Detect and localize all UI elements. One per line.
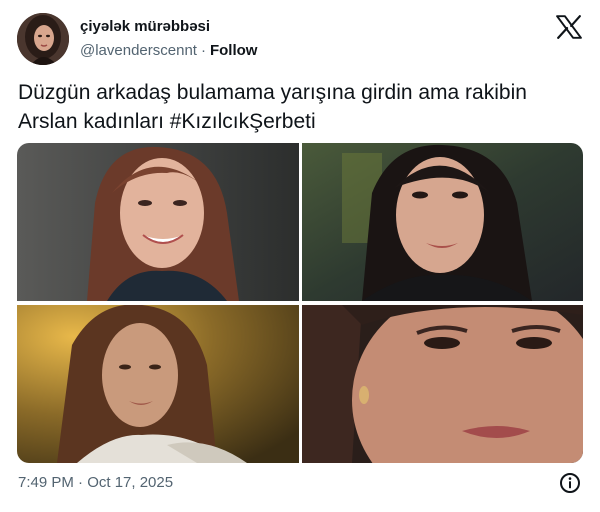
photo-4[interactable] — [302, 305, 583, 463]
tweet-text: Düzgün arkadaş bulamama yarışına girdin … — [18, 78, 588, 136]
tweet-text-line-1: Düzgün arkadaş bulamama yarışına girdin … — [18, 81, 527, 104]
photo-3[interactable] — [17, 305, 299, 463]
author-handle[interactable]: @lavenderscennt — [80, 42, 197, 59]
tweet-card: çiyələk mürəbbəsi @lavenderscennt · Follow… — [0, 0, 600, 512]
meta-separator: · — [200, 42, 206, 59]
avatar[interactable] — [17, 13, 69, 65]
photo-1[interactable] — [17, 143, 299, 301]
author-display-name[interactable]: çiyələk mürəbbəsi — [80, 17, 210, 36]
photo-2[interactable] — [302, 143, 583, 301]
follow-button[interactable]: Follow — [210, 42, 258, 59]
media-grid — [17, 143, 583, 463]
tweet-text-line-2: Arslan kadınları #KızılcıkŞerbeti — [18, 110, 316, 133]
tweet-timestamp[interactable]: 7:49 PM · Oct 17, 2025 — [18, 473, 173, 492]
x-logo-icon[interactable] — [556, 15, 582, 39]
author-meta: @lavenderscennt · Follow — [80, 41, 257, 60]
info-icon[interactable] — [559, 472, 581, 494]
